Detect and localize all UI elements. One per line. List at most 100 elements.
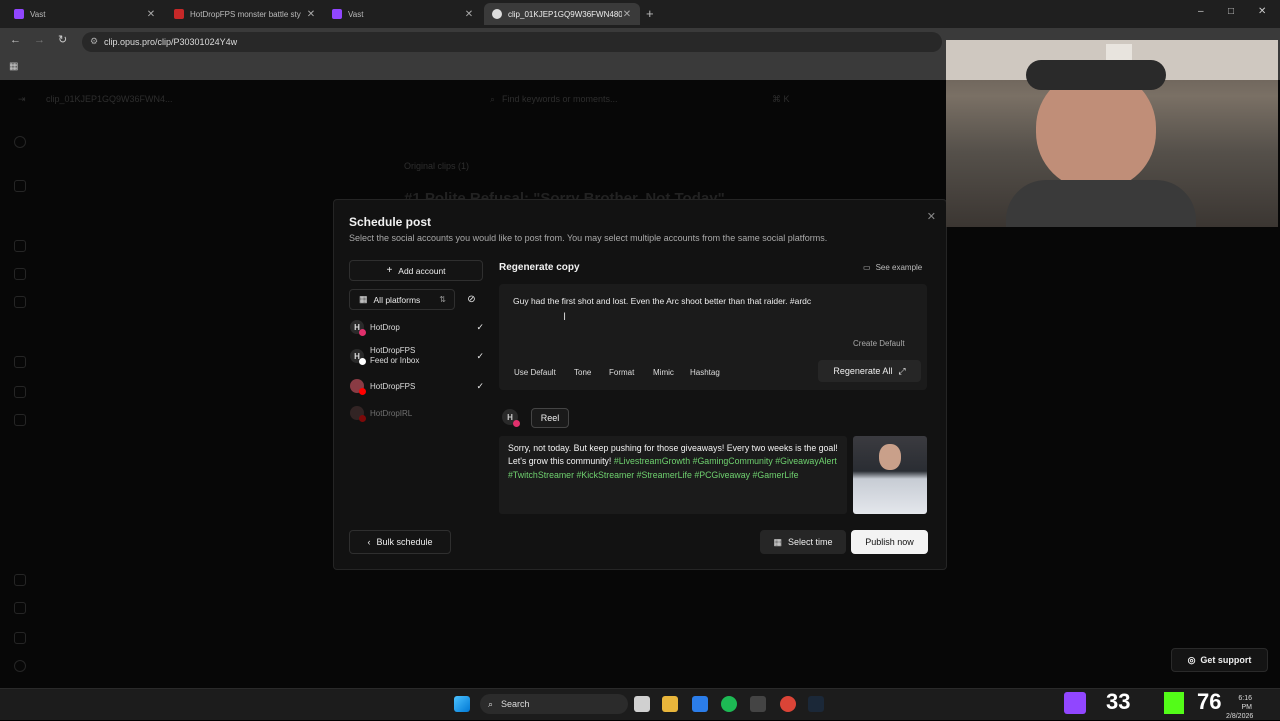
checkmark-icon: ✓	[476, 350, 484, 361]
forward-arrow-icon[interactable]: →	[34, 34, 45, 46]
twitch-favicon-icon	[14, 9, 24, 19]
inbox-icon	[14, 574, 26, 586]
text-cursor-icon: I	[563, 311, 567, 323]
avatar: H	[350, 320, 366, 336]
maximize-button[interactable]: □	[1228, 6, 1234, 17]
apps-grid-icon[interactable]: ▦	[9, 61, 18, 72]
tab-reel[interactable]: Reel	[531, 408, 569, 428]
minimize-button[interactable]: –	[1198, 6, 1204, 17]
thumbnail-face	[879, 444, 901, 470]
caption-textarea[interactable]: Sorry, not today. But keep pushing for t…	[499, 436, 847, 514]
regenerate-all-button[interactable]: Regenerate All ⤢	[818, 360, 921, 382]
select-time-button[interactable]: ▦ Select time	[760, 530, 846, 554]
close-window-button[interactable]: ✕	[1258, 6, 1266, 17]
taskbar-search[interactable]: ⌕ Search	[480, 694, 628, 714]
hashtag: #TwitchStreamer	[508, 469, 574, 480]
grid-icon: ▦	[359, 294, 368, 304]
platform-filter-label: All platforms	[373, 294, 421, 305]
format-option[interactable]: Format	[609, 368, 634, 377]
chevron-updown-icon: ⇅	[439, 295, 446, 304]
task-view-icon[interactable]	[634, 696, 650, 712]
get-support-label: Get support	[1200, 655, 1252, 665]
opus-favicon-icon	[492, 9, 502, 19]
tab-close-icon[interactable]: ✕	[464, 9, 474, 20]
tone-option[interactable]: Tone	[574, 368, 591, 377]
clock[interactable]: 6:16 PM 2/8/2026	[1226, 694, 1253, 721]
chrome-icon[interactable]	[780, 696, 796, 712]
use-default-option[interactable]: Use Default	[514, 368, 556, 377]
spotify-icon[interactable]	[721, 696, 737, 712]
hashtag: #StreamerLife	[636, 469, 692, 480]
schedule-post-modal: Schedule post Select the social accounts…	[333, 199, 947, 570]
account-name: HotDropIRL	[370, 408, 413, 418]
folder-icon	[14, 296, 26, 308]
reload-icon[interactable]: ↻	[58, 33, 67, 46]
select-time-label: Select time	[787, 537, 833, 547]
close-icon[interactable]: ✕	[927, 210, 936, 223]
modal-title: Schedule post	[349, 215, 432, 229]
tab-close-icon[interactable]: ✕	[146, 9, 156, 20]
headphones	[1026, 60, 1166, 90]
account-item[interactable]: HotDropIRL	[350, 406, 484, 422]
hud-app-icon[interactable]	[750, 696, 766, 712]
notepad-icon[interactable]	[692, 696, 708, 712]
tab-favicon-icon	[174, 9, 184, 19]
twitch-viewer-count: 33	[1106, 689, 1131, 714]
file-explorer-icon[interactable]	[662, 696, 678, 712]
see-example-link[interactable]: ▭ See example	[863, 263, 922, 272]
youtube-badge-icon	[359, 415, 366, 422]
platform-filter-select[interactable]: ▦ All platforms ⇅	[349, 289, 455, 310]
hashtag: #KickStreamer	[576, 469, 635, 480]
new-tab-button[interactable]: +	[646, 6, 654, 21]
browser-tab-bar: Vast ✕ HotDropFPS monster battle sty ✕ V…	[0, 0, 1280, 28]
account-item[interactable]: H HotDrop ✓	[350, 320, 484, 336]
steam-icon[interactable]	[808, 696, 824, 712]
add-account-button[interactable]: + Add account	[349, 260, 483, 281]
tab-title: HotDropFPS monster battle sty	[190, 9, 301, 19]
tiktok-badge-icon	[359, 358, 366, 365]
create-default-link[interactable]: Create Default	[853, 339, 905, 348]
address-bar[interactable]: ⚙ clip.opus.pro/clip/P30301024Y4w	[82, 32, 942, 52]
mimic-option[interactable]: Mimic	[653, 368, 674, 377]
tab-close-icon[interactable]: ✕	[306, 9, 316, 20]
link-icon	[14, 414, 26, 426]
hashtag: #GiveawayAlert	[775, 456, 837, 467]
publish-now-button[interactable]: Publish now	[851, 530, 928, 554]
hashtag-option[interactable]: Hashtag	[690, 368, 720, 377]
bulk-schedule-label: Bulk schedule	[376, 537, 433, 547]
twitch-favicon-icon	[332, 9, 342, 19]
account-item[interactable]: HotDropFPS ✓	[350, 379, 484, 395]
account-name: HotDropFPS	[370, 381, 416, 391]
prompt-input[interactable]: Guy had the first shot and lost. Even th…	[513, 296, 811, 306]
tab-close-icon[interactable]: ✕	[622, 9, 632, 20]
account-item[interactable]: H HotDropFPS Feed or Inbox ✓	[350, 345, 484, 367]
select-all-check-icon[interactable]: ⊘	[460, 289, 483, 310]
site-info-icon[interactable]: ⚙	[90, 36, 98, 47]
browser-tab-active[interactable]: clip_01KJEP1GQ9W36FWN480 ✕	[484, 3, 640, 25]
clock-time: 6:16 PM	[1238, 695, 1252, 711]
kick-icon	[1164, 692, 1184, 714]
avatar	[350, 379, 366, 395]
hashtag: #GamerLife	[752, 469, 799, 480]
hashtag: #LivestreamGrowth	[613, 456, 691, 467]
get-support-button[interactable]: ◎ Get support	[1171, 648, 1268, 672]
shirt	[1006, 180, 1196, 227]
modal-subtitle: Select the social accounts you would lik…	[349, 233, 828, 243]
plus-icon: +	[386, 265, 393, 276]
clip-name: clip_01KJEP1GQ9W36FWN4...	[46, 94, 173, 104]
instagram-badge-icon	[359, 329, 366, 336]
browser-tab[interactable]: Vast ✕	[6, 3, 164, 25]
apps-icon	[14, 268, 26, 280]
video-thumbnail[interactable]	[853, 436, 927, 514]
bulk-schedule-button[interactable]: ‹ Bulk schedule	[349, 530, 451, 554]
windows-start-icon[interactable]	[454, 696, 470, 712]
kick-viewer-count: 76	[1197, 689, 1222, 714]
hashtag: #PCGiveaway	[694, 469, 751, 480]
back-arrow-icon[interactable]: ←	[10, 34, 21, 46]
browser-tab[interactable]: Vast ✕	[324, 3, 482, 25]
browser-tab[interactable]: HotDropFPS monster battle sty ✕	[166, 3, 324, 25]
twitch-icon	[1064, 692, 1086, 714]
help-icon	[14, 660, 26, 672]
taskbar-search-label: Search	[501, 699, 530, 709]
book-icon	[14, 602, 26, 614]
